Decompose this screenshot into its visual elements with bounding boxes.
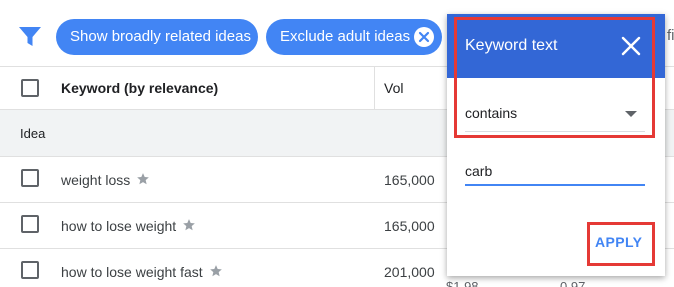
volume-cell: 165,000 — [384, 172, 435, 188]
keyword-column-header[interactable]: Keyword (by relevance) — [61, 80, 218, 96]
column-divider — [374, 67, 375, 110]
volume-column-header[interactable]: Vol — [384, 80, 403, 96]
apply-button[interactable]: APPLY — [595, 234, 642, 250]
keyword-text: weight loss — [61, 172, 131, 188]
keyword-cell: weight loss — [61, 172, 150, 188]
group-label: Idea — [20, 126, 46, 141]
chip-label: Show broadly related ideas — [70, 28, 251, 45]
panel-header: Keyword text — [447, 14, 665, 78]
show-broadly-related-chip[interactable]: Show broadly related ideas — [56, 19, 258, 55]
keyword-cell: how to lose weight fast — [61, 264, 223, 280]
operator-value: contains — [465, 105, 518, 121]
select-all-checkbox[interactable] — [21, 79, 39, 97]
keyword-text-filter-panel: Keyword text contains APPLY — [447, 14, 665, 276]
star-icon[interactable] — [182, 218, 196, 232]
exclude-adult-chip[interactable]: Exclude adult ideas — [266, 19, 442, 55]
chip-remove-icon[interactable] — [414, 27, 434, 47]
keyword-text: how to lose weight — [61, 218, 177, 234]
competition-cell-partial: 0.97 — [560, 279, 586, 287]
operator-select[interactable]: contains — [465, 96, 645, 132]
volume-cell: 165,000 — [384, 218, 435, 234]
row-checkbox[interactable] — [21, 169, 39, 187]
bid-cell-partial: $1.98 — [446, 279, 479, 287]
filter-icon[interactable] — [18, 26, 42, 48]
keyword-text-input[interactable] — [465, 158, 645, 186]
keyword-text: how to lose weight fast — [61, 264, 203, 280]
panel-title: Keyword text — [465, 37, 558, 54]
row-checkbox[interactable] — [21, 261, 39, 279]
star-icon[interactable] — [209, 264, 223, 278]
close-icon[interactable] — [621, 36, 641, 56]
truncated-chip-text: fi — [667, 27, 674, 44]
chip-label: Exclude adult ideas — [280, 28, 411, 45]
row-checkbox[interactable] — [21, 215, 39, 233]
star-icon[interactable] — [136, 172, 150, 186]
volume-cell: 201,000 — [384, 264, 435, 280]
keyword-cell: how to lose weight — [61, 218, 196, 234]
dropdown-arrow-icon — [625, 111, 637, 117]
